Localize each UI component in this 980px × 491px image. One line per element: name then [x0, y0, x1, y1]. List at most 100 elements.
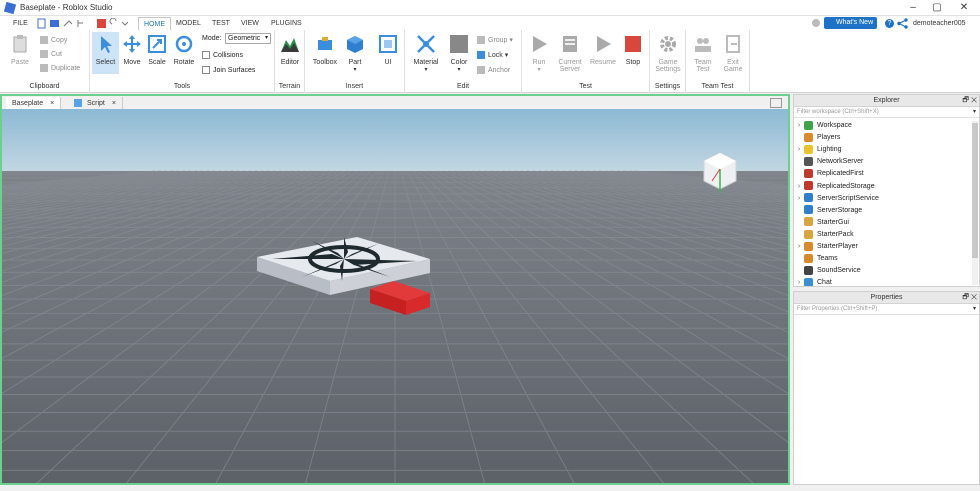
expand-chevron-icon[interactable]: ›	[794, 120, 804, 132]
ui-button[interactable]: UI	[377, 34, 399, 66]
scale-tool-button[interactable]: Scale	[145, 34, 169, 66]
toolbox-label: Toolbox	[312, 59, 338, 66]
team-test-button[interactable]: Team Test	[690, 34, 716, 73]
team-users-icon	[695, 38, 711, 52]
duplicate-button[interactable]: Duplicate	[40, 64, 80, 72]
explorer-item-replicatedstorage[interactable]: › ReplicatedStorage	[794, 181, 875, 193]
explorer-item-serverscriptservice[interactable]: › ServerScriptService	[794, 193, 879, 205]
explorer-filter-input[interactable]: Filter workspace (Ctrl+Shift+X) ▾	[794, 107, 979, 118]
undock-icon[interactable]: 🗗	[962, 294, 969, 301]
workspace-icon	[804, 120, 813, 130]
paste-button[interactable]: Paste	[8, 34, 32, 66]
terrain-editor-button[interactable]: Editor	[278, 34, 302, 66]
color-dropdown-icon: ▾	[457, 67, 461, 73]
expand-chevron-icon[interactable]: ›	[794, 181, 804, 193]
undock-icon[interactable]: 🗗	[962, 97, 969, 104]
resume-button[interactable]: Resume	[588, 34, 618, 66]
file-menu[interactable]: FILE	[8, 17, 33, 30]
select-tool-button[interactable]: Select	[92, 32, 119, 74]
lock-button[interactable]: Lock ▾	[477, 51, 508, 60]
close-tab-icon[interactable]: ×	[50, 100, 54, 107]
explorer-item-starterpack[interactable]: StarterPack	[794, 229, 854, 241]
close-window-button[interactable]: ✕	[953, 1, 975, 15]
editor-label: Editor	[280, 59, 300, 66]
explorer-item-soundservice[interactable]: SoundService	[794, 265, 861, 277]
run-button[interactable]: Run ▾	[526, 34, 552, 73]
copy-label: Copy	[51, 36, 68, 44]
quick-access-toolbar	[37, 18, 128, 29]
test-group-label: Test	[579, 83, 592, 90]
toolbox-button[interactable]: Toolbox	[311, 34, 339, 66]
group-button[interactable]: Group ▾	[477, 36, 513, 45]
move-arrows-icon	[123, 35, 141, 53]
paste-label: Paste	[11, 59, 29, 66]
close-tab-icon[interactable]: ×	[112, 100, 116, 107]
collisions-toggle[interactable]: Collisions	[202, 51, 243, 59]
close-panel-icon[interactable]: ✕	[971, 97, 977, 104]
explorer-item-networkserver[interactable]: NetworkServer	[794, 156, 863, 168]
tab-model[interactable]: MODEL	[171, 17, 206, 30]
mode-dropdown[interactable]: Geometric ▾	[225, 33, 271, 44]
stop-square-icon	[625, 36, 641, 52]
team-test-label-1: Team	[694, 59, 712, 66]
material-button[interactable]: Material ▾	[411, 34, 441, 73]
anchor-button[interactable]: Anchor	[477, 66, 510, 74]
chat-icon[interactable]	[812, 19, 820, 27]
explorer-item-chat[interactable]: › Chat	[794, 277, 832, 286]
rotate-tool-button[interactable]: Rotate	[171, 34, 197, 66]
team-test-group-label: Team Test	[701, 83, 734, 90]
cut-button[interactable]: Cut	[40, 50, 62, 58]
explorer-item-label: ReplicatedStorage	[817, 182, 875, 190]
explorer-item-lighting[interactable]: › Lighting	[794, 144, 842, 156]
tab-view[interactable]: VIEW	[236, 17, 264, 30]
share-icon[interactable]	[897, 18, 908, 29]
explorer-item-starterplayer[interactable]: › StarterPlayer	[794, 241, 858, 253]
expand-chevron-icon[interactable]: ›	[794, 277, 804, 286]
join-surfaces-toggle[interactable]: Join Surfaces	[202, 66, 255, 74]
exit-game-button[interactable]: Exit Game	[720, 34, 746, 73]
exit-door-icon	[726, 35, 740, 53]
networkserver-icon	[804, 156, 813, 166]
expand-chevron-icon[interactable]: ›	[794, 193, 804, 205]
filter-dropdown-icon[interactable]: ▾	[973, 107, 976, 118]
sky	[2, 109, 788, 171]
game-settings-label-2: Settings	[655, 66, 681, 73]
3d-viewport[interactable]	[0, 109, 790, 485]
players-icon	[804, 132, 813, 142]
explorer-scrollbar[interactable]	[972, 121, 978, 285]
maximize-button[interactable]: ▢	[926, 1, 948, 15]
part-button[interactable]: Part ▾	[343, 34, 367, 73]
username-label[interactable]: demoteacher005	[913, 18, 966, 29]
properties-filter-input[interactable]: Filter Properties (Ctrl+Shift+P) ▾	[794, 304, 979, 315]
help-icon[interactable]: ?	[885, 19, 894, 28]
explorer-item-teams[interactable]: Teams	[794, 253, 838, 265]
new-file-icon	[37, 18, 46, 29]
rotate-label: Rotate	[173, 59, 195, 66]
tab-home[interactable]: HOME	[138, 17, 171, 30]
game-settings-button[interactable]: Game Settings	[652, 34, 684, 73]
clipboard-group: Paste Copy Cut Duplicate Clipboard	[0, 30, 90, 93]
minimize-button[interactable]: –	[902, 1, 924, 15]
filter-dropdown-icon[interactable]: ▾	[973, 304, 976, 315]
color-button[interactable]: Color ▾	[447, 34, 471, 73]
tab-test[interactable]: TEST	[207, 17, 235, 30]
explorer-item-workspace[interactable]: › Workspace	[794, 120, 852, 132]
ribbon-toolbar: Paste Copy Cut Duplicate Clipboard Selec…	[0, 30, 980, 93]
explorer-item-label: SoundService	[817, 267, 861, 275]
copy-button[interactable]: Copy	[40, 36, 67, 44]
explorer-item-players[interactable]: Players	[794, 132, 840, 144]
whats-new-button[interactable]: What's New	[824, 17, 878, 29]
expand-chevron-icon[interactable]: ›	[794, 241, 804, 253]
stop-button[interactable]: Stop	[620, 34, 646, 66]
explorer-item-serverstorage[interactable]: ServerStorage	[794, 205, 862, 217]
expand-chevron-icon[interactable]: ›	[794, 144, 804, 156]
close-panel-icon[interactable]: ✕	[971, 294, 977, 301]
viewport-maximize-icon[interactable]	[770, 98, 782, 108]
tab-plugins[interactable]: PLUGINS	[266, 17, 307, 30]
current-server-button[interactable]: Current Server	[554, 34, 586, 73]
duplicate-label: Duplicate	[51, 64, 81, 72]
explorer-item-replicatedfirst[interactable]: ReplicatedFirst	[794, 168, 864, 180]
title-bar: Baseplate - Roblox Studio – ▢ ✕	[0, 0, 980, 16]
move-tool-button[interactable]: Move	[120, 34, 144, 66]
explorer-item-startergui[interactable]: StarterGui	[794, 217, 849, 229]
